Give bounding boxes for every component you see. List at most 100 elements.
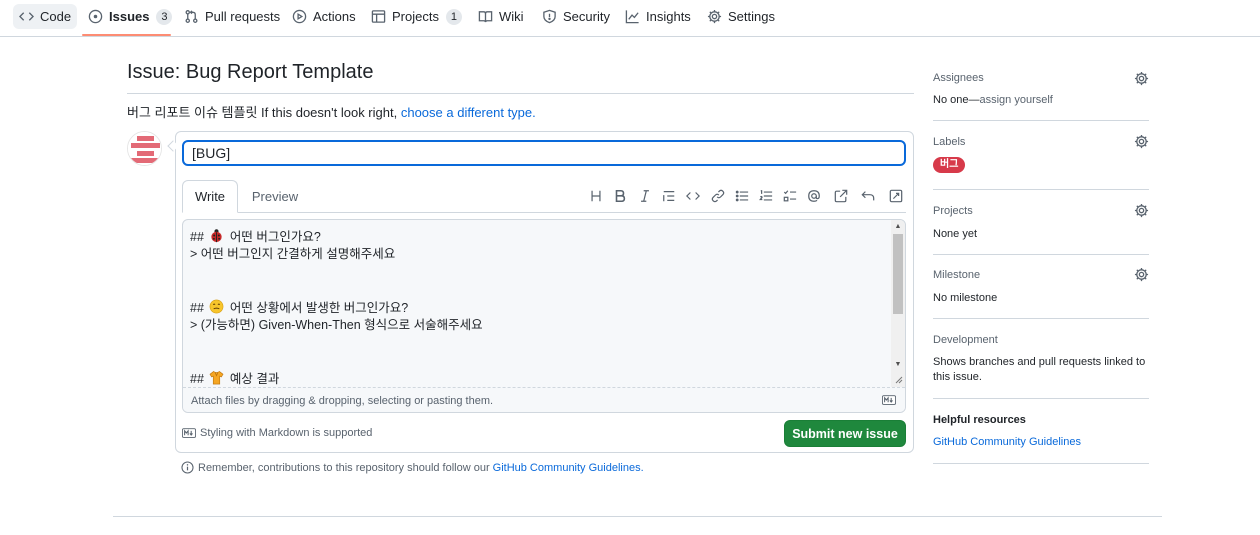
task-list-icon[interactable] — [781, 187, 799, 205]
link-icon[interactable] — [709, 187, 727, 205]
body-line-9: ## 예상 결과 — [190, 370, 891, 387]
body-line-5-prefix: ## — [190, 301, 204, 316]
code-icon[interactable] — [684, 187, 702, 205]
attach-files-bar[interactable]: Attach files by dragging & dropping, sel… — [183, 387, 905, 412]
issue-opened-icon — [88, 9, 103, 24]
nav-issues[interactable]: Issues 3 — [88, 4, 173, 29]
numbered-list-icon[interactable] — [757, 187, 775, 205]
nav-wiki-label: Wiki — [499, 9, 524, 24]
issues-count-badge: 3 — [156, 8, 173, 25]
nav-settings[interactable]: Settings — [707, 4, 775, 29]
undo-icon[interactable] — [859, 187, 877, 205]
body-line-4 — [190, 281, 891, 299]
issue-title-input[interactable] — [182, 140, 906, 166]
nav-code-label: Code — [40, 9, 72, 24]
assign-yourself-link[interactable]: assign yourself — [979, 94, 1052, 106]
markdown-support-note[interactable]: Styling with Markdown is supported — [182, 427, 372, 439]
table-icon — [371, 10, 386, 23]
projects-heading: Projects — [933, 205, 973, 217]
body-line-9-text: 예상 결과 — [229, 372, 280, 387]
choose-different-type-link[interactable]: choose a different type. — [401, 105, 536, 120]
nav-actions[interactable]: Actions — [292, 4, 356, 29]
assignees-heading: Assignees — [933, 72, 984, 84]
gear-icon — [707, 9, 722, 24]
milestone-value: No milestone — [933, 292, 998, 304]
graph-icon — [625, 10, 639, 24]
body-line-2: > 어떤 버그인지 간결하게 설명해주세요 — [190, 246, 396, 261]
body-line-1-text: 어떤 버그인가요? — [229, 230, 321, 244]
play-icon — [292, 9, 307, 24]
body-line-1: ## 어떤 버그인가요? — [190, 228, 891, 246]
resize-handle-icon[interactable] — [893, 374, 903, 384]
italic-icon[interactable] — [636, 187, 654, 205]
labels-heading: Labels — [933, 136, 966, 148]
body-line-9-prefix: ## — [190, 372, 204, 387]
body-line-7 — [190, 335, 891, 353]
assignees-gear-icon[interactable] — [1134, 71, 1149, 86]
body-line-6: > (가능하면) Given-When-Then 형식으로 서술해주세요 — [190, 317, 483, 332]
template-description: 버그 리포트 이슈 템플릿 If this doesn't look right… — [127, 105, 398, 120]
markdown-support-text: Styling with Markdown is supported — [200, 427, 373, 439]
tab-divider — [237, 212, 906, 213]
body-line-8 — [190, 353, 891, 371]
milestone-gear-icon[interactable] — [1134, 267, 1149, 282]
nav-code[interactable]: Code — [13, 4, 78, 29]
editor-scrollbar[interactable]: ▲ ▼ — [891, 220, 905, 387]
nav-security[interactable]: Security — [542, 4, 610, 29]
milestone-heading: Milestone — [933, 269, 981, 281]
label-bug-badge[interactable]: 버그 — [933, 157, 966, 173]
code-icon — [19, 12, 34, 21]
bold-icon[interactable] — [611, 187, 629, 205]
body-line-5: ## 어떤 상황에서 발생한 버그인가요? — [190, 299, 891, 317]
reminder-text: Remember, contributions to this reposito… — [198, 461, 490, 474]
body-line-3 — [190, 264, 891, 282]
submit-new-issue-button[interactable]: Submit new issue — [784, 420, 906, 447]
tab-preview[interactable]: Preview — [246, 180, 304, 213]
avatar[interactable] — [127, 131, 162, 166]
nav-security-label: Security — [563, 9, 610, 24]
projects-value: None yet — [933, 228, 978, 240]
reference-icon[interactable] — [832, 187, 850, 205]
info-icon — [181, 461, 194, 474]
sidebar-divider — [933, 398, 1149, 399]
active-tab-underline — [82, 34, 171, 36]
sidebar-divider — [933, 120, 1149, 121]
nav-actions-label: Actions — [313, 9, 356, 24]
fullscreen-icon[interactable] — [887, 187, 905, 205]
tab-write[interactable]: Write — [182, 180, 238, 213]
nav-pull-requests[interactable]: Pull requests — [184, 4, 280, 29]
sidebar-divider — [933, 318, 1149, 319]
assignees-value: No one—assign yourself — [933, 93, 1053, 108]
page-divider — [113, 516, 1162, 517]
title-divider — [127, 93, 914, 94]
issue-body-textarea[interactable]: ## 어떤 버그인가요? > 어떤 버그인지 간결하게 설명해주세요 ## 어떤… — [183, 220, 891, 387]
labels-gear-icon[interactable] — [1134, 134, 1149, 149]
issue-body-editor[interactable]: ## 어떤 버그인가요? > 어떤 버그인지 간결하게 설명해주세요 ## 어떤… — [182, 219, 906, 413]
community-guidelines-link[interactable]: GitHub Community Guidelines. — [493, 462, 644, 474]
nav-settings-label: Settings — [728, 9, 775, 24]
nav-projects-label: Projects — [392, 9, 439, 24]
scroll-up-arrow-icon[interactable]: ▲ — [894, 223, 902, 231]
contribution-reminder: Remember, contributions to this reposito… — [181, 461, 644, 474]
scroll-down-arrow-icon[interactable]: ▼ — [894, 361, 902, 369]
heading-icon[interactable] — [587, 187, 605, 205]
sidebar-divider — [933, 189, 1149, 190]
projects-gear-icon[interactable] — [1134, 203, 1149, 218]
shield-icon — [543, 9, 556, 24]
nav-insights-label: Insights — [646, 9, 691, 24]
git-pull-request-icon — [185, 10, 198, 23]
nav-projects[interactable]: Projects 1 — [371, 4, 462, 29]
shirt-icon — [209, 371, 224, 385]
nav-wiki[interactable]: Wiki — [478, 4, 524, 29]
page-title: Issue: Bug Report Template — [127, 61, 374, 83]
development-value: Shows branches and pull requests linked … — [933, 356, 1146, 383]
nav-insights[interactable]: Insights — [625, 4, 691, 29]
mention-icon[interactable] — [805, 187, 823, 205]
helpful-resources-heading: Helpful resources — [933, 414, 1026, 426]
nav-issues-label: Issues — [109, 9, 150, 24]
assignees-none-text: No one— — [933, 94, 980, 106]
quote-icon[interactable] — [660, 187, 678, 205]
bulleted-list-icon[interactable] — [733, 187, 751, 205]
scroll-thumb[interactable] — [893, 234, 903, 314]
sidebar-community-guidelines-link[interactable]: GitHub Community Guidelines — [933, 436, 1081, 448]
